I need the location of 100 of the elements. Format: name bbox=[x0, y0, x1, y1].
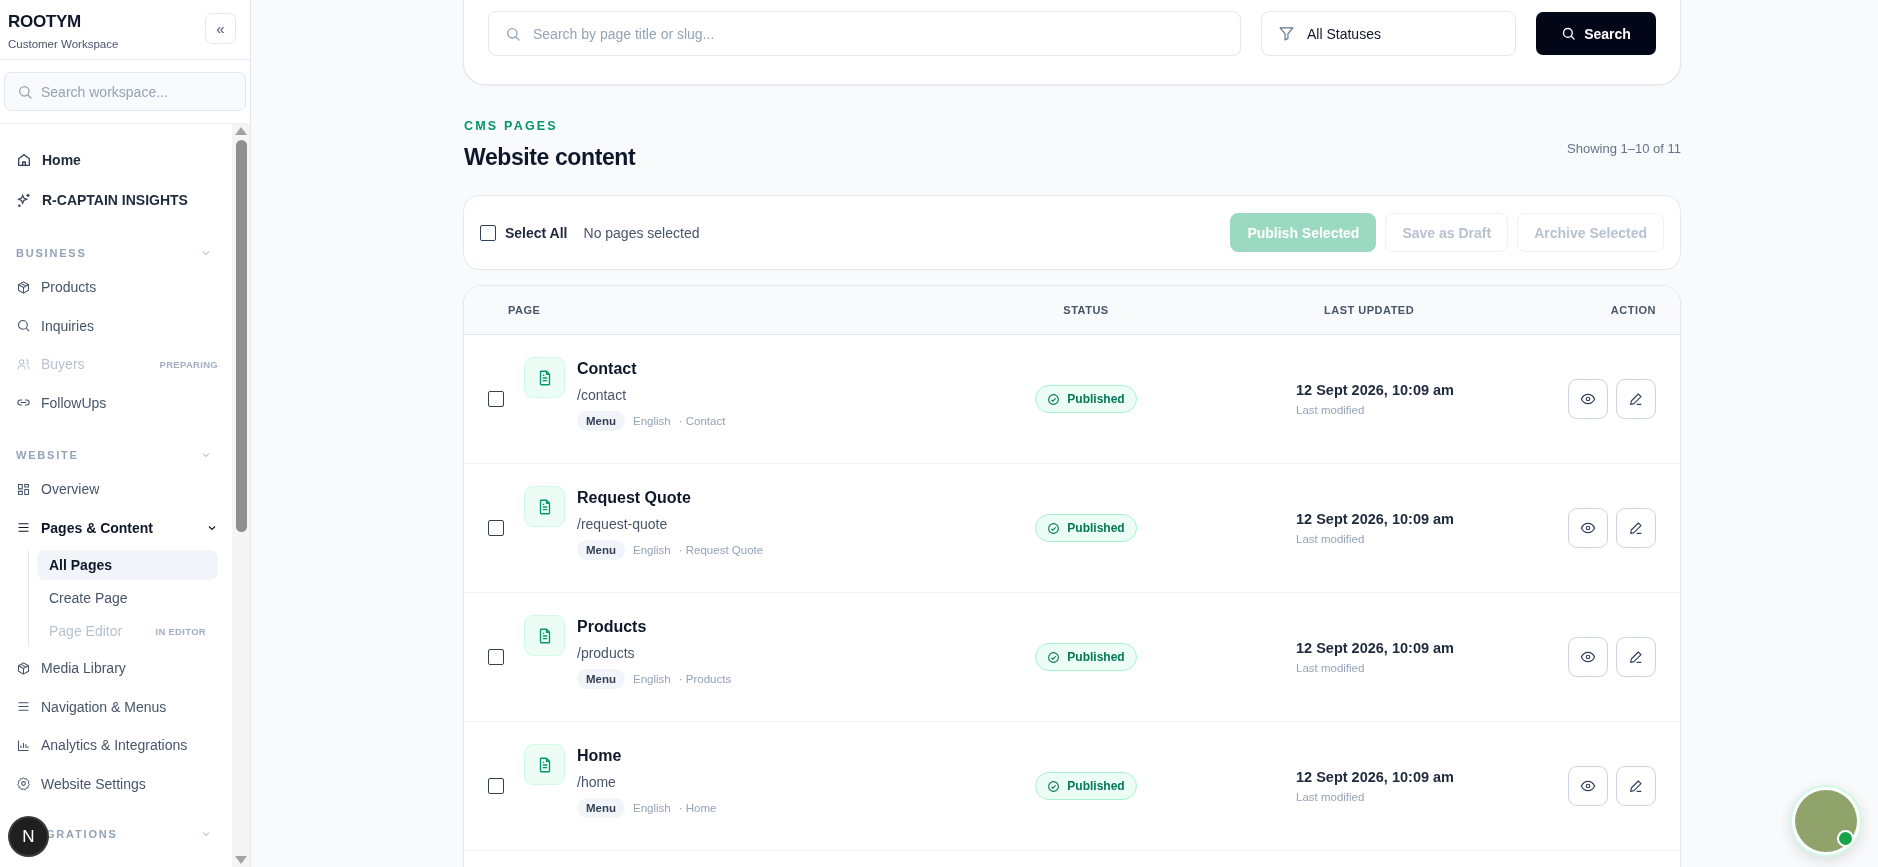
menu-location-label: · Request Quote bbox=[678, 544, 764, 556]
section-heading: BUSINESS bbox=[16, 247, 87, 259]
nav-item[interactable]: R-CAPTAIN INSIGHTS bbox=[16, 180, 232, 220]
nav-item[interactable]: Navigation & Menus bbox=[16, 687, 232, 726]
updated-note: Last modified bbox=[1296, 662, 1366, 674]
page-title: Website content bbox=[464, 144, 636, 171]
menu-tag: Menu bbox=[577, 411, 626, 431]
row-checkbox[interactable] bbox=[488, 520, 504, 536]
edit-button[interactable] bbox=[1616, 637, 1656, 677]
users-icon bbox=[16, 356, 31, 372]
nav-item[interactable]: Products bbox=[16, 268, 232, 307]
status-badge: Published bbox=[1035, 385, 1137, 413]
nav-item[interactable]: Media Library bbox=[16, 649, 232, 688]
view-button[interactable] bbox=[1568, 379, 1608, 419]
menu-location-label: · Home bbox=[678, 802, 717, 814]
language-label: English bbox=[633, 544, 671, 556]
status-badge: Published bbox=[1035, 514, 1137, 542]
page-slug: /request-quote bbox=[577, 516, 669, 532]
search-icon bbox=[505, 25, 521, 42]
document-icon bbox=[524, 357, 565, 398]
scroll-down-arrow-icon[interactable] bbox=[235, 856, 247, 864]
view-button[interactable] bbox=[1568, 508, 1608, 548]
section-heading: GRATIONS bbox=[46, 828, 118, 840]
document-icon bbox=[524, 615, 565, 656]
edit-button[interactable] bbox=[1616, 379, 1656, 419]
cube-icon bbox=[16, 279, 31, 295]
updated-date: 12 Sept 2026, 10:09 am bbox=[1296, 769, 1455, 785]
nav-item[interactable]: Website Settings bbox=[16, 764, 232, 803]
pencil-icon bbox=[1628, 649, 1644, 665]
view-button[interactable] bbox=[1568, 766, 1608, 806]
view-button[interactable] bbox=[1568, 637, 1608, 677]
language-label: English bbox=[633, 415, 671, 427]
section-eyebrow: CMS PAGES bbox=[464, 119, 559, 133]
search-icon bbox=[16, 318, 31, 334]
collapse-sidebar-button[interactable]: « bbox=[205, 13, 236, 44]
workspace-subtitle: Customer Workspace bbox=[8, 38, 119, 50]
nav-subitem[interactable]: Create Page bbox=[37, 583, 218, 613]
column-header: ACTION bbox=[1609, 304, 1656, 316]
nav-subitem[interactable]: All Pages bbox=[37, 550, 218, 580]
cube-icon bbox=[16, 660, 31, 676]
nav-item[interactable]: FollowUps bbox=[16, 383, 232, 422]
eye-icon bbox=[1580, 520, 1596, 536]
status-label: IN EDITOR bbox=[155, 625, 206, 637]
page-slug: /home bbox=[577, 774, 617, 790]
column-header: STATUS bbox=[1062, 304, 1110, 316]
edit-button[interactable] bbox=[1616, 508, 1656, 548]
status-badge: Published bbox=[1035, 643, 1137, 671]
updated-note: Last modified bbox=[1296, 791, 1366, 803]
nav-item[interactable]: Analytics & Integrations bbox=[16, 726, 232, 765]
menu-location-label: · Products bbox=[678, 673, 732, 685]
language-label: English bbox=[633, 673, 671, 685]
page-search-field[interactable]: Search by page title or slug... bbox=[488, 11, 1241, 56]
search-button[interactable]: Search bbox=[1536, 12, 1656, 55]
menu-tag: Menu bbox=[577, 669, 626, 689]
section-heading: WEBSITE bbox=[16, 449, 79, 461]
updated-date: 12 Sept 2026, 10:09 am bbox=[1296, 511, 1455, 527]
settings-icon bbox=[16, 776, 31, 792]
row-checkbox[interactable] bbox=[488, 391, 504, 407]
page-slug: /contact bbox=[577, 387, 628, 403]
pencil-icon bbox=[1628, 778, 1644, 794]
row-checkbox[interactable] bbox=[488, 778, 504, 794]
updated-date: 12 Sept 2026, 10:09 am bbox=[1296, 640, 1455, 656]
filter-icon bbox=[1278, 25, 1295, 42]
select-all-checkbox[interactable]: Select All bbox=[480, 224, 568, 241]
search-icon bbox=[1561, 26, 1577, 41]
status-badge: Published bbox=[1035, 772, 1137, 800]
selection-status: No pages selected bbox=[583, 224, 700, 241]
updated-date: 12 Sept 2026, 10:09 am bbox=[1296, 382, 1455, 398]
document-icon bbox=[524, 744, 565, 785]
scrollbar-thumb[interactable] bbox=[235, 140, 247, 532]
updated-note: Last modified bbox=[1296, 404, 1366, 416]
menu-tag: Menu bbox=[577, 540, 626, 560]
page-name[interactable]: Home bbox=[577, 747, 717, 765]
page-name[interactable]: Products bbox=[577, 618, 732, 636]
nav-item[interactable]: Inquiries bbox=[16, 306, 232, 345]
status-filter-dropdown[interactable]: All Statuses bbox=[1261, 11, 1516, 56]
pencil-icon bbox=[1628, 391, 1644, 407]
status-label: PREPARING bbox=[159, 358, 218, 370]
sparkles-icon bbox=[16, 192, 32, 208]
eye-icon bbox=[1580, 391, 1596, 407]
eye-icon bbox=[1580, 649, 1596, 665]
edit-button[interactable] bbox=[1616, 766, 1656, 806]
workspace-search-field[interactable]: Search workspace... bbox=[4, 72, 246, 111]
scroll-up-arrow-icon[interactable] bbox=[235, 127, 247, 135]
nav-item[interactable]: Home bbox=[16, 140, 232, 180]
column-header: PAGE bbox=[508, 304, 542, 316]
row-checkbox[interactable] bbox=[488, 649, 504, 665]
page-name[interactable]: Contact bbox=[577, 360, 726, 378]
nav-item[interactable]: Overview bbox=[16, 470, 232, 509]
pencil-icon bbox=[1628, 520, 1644, 536]
column-header: LAST UPDATED bbox=[1323, 304, 1416, 316]
language-label: English bbox=[633, 802, 671, 814]
page-slug: /products bbox=[577, 645, 636, 661]
updated-note: Last modified bbox=[1296, 533, 1366, 545]
dev-badge[interactable]: N bbox=[10, 818, 47, 855]
brand-name: ROOTYM bbox=[8, 12, 82, 32]
nav-item[interactable]: Pages & Content bbox=[16, 508, 232, 547]
results-count: Showing 1–10 of 11 bbox=[1567, 141, 1681, 156]
photo-placeholder bbox=[1795, 790, 1857, 852]
page-name[interactable]: Request Quote bbox=[577, 489, 764, 507]
